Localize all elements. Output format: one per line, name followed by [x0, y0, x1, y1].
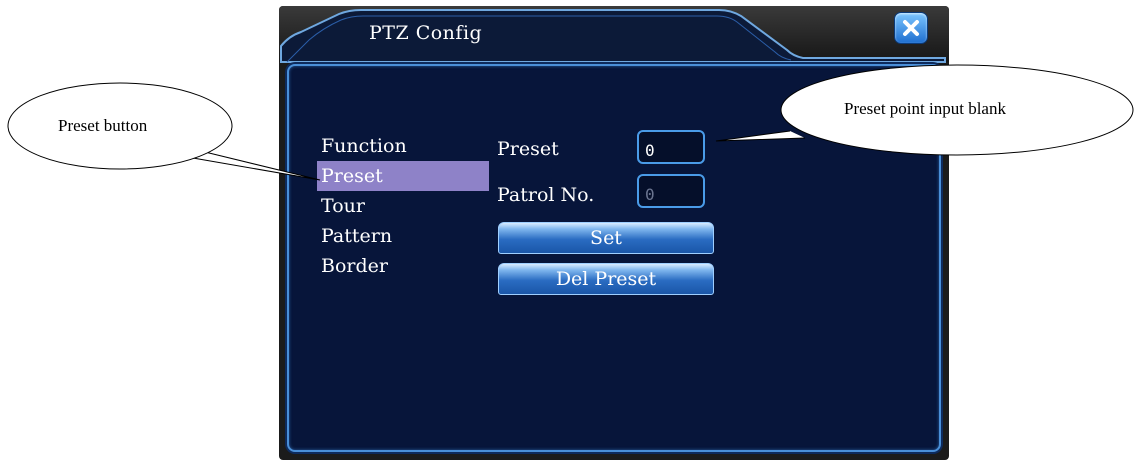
- callout-preset-button-text: Preset button: [58, 116, 148, 135]
- callout-pointer-right: [715, 130, 806, 142]
- callout-overlay: [7, 64, 1134, 181]
- callout-pointer-left: [192, 151, 321, 181]
- callout-preset-input-text: Preset point input blank: [844, 99, 1006, 118]
